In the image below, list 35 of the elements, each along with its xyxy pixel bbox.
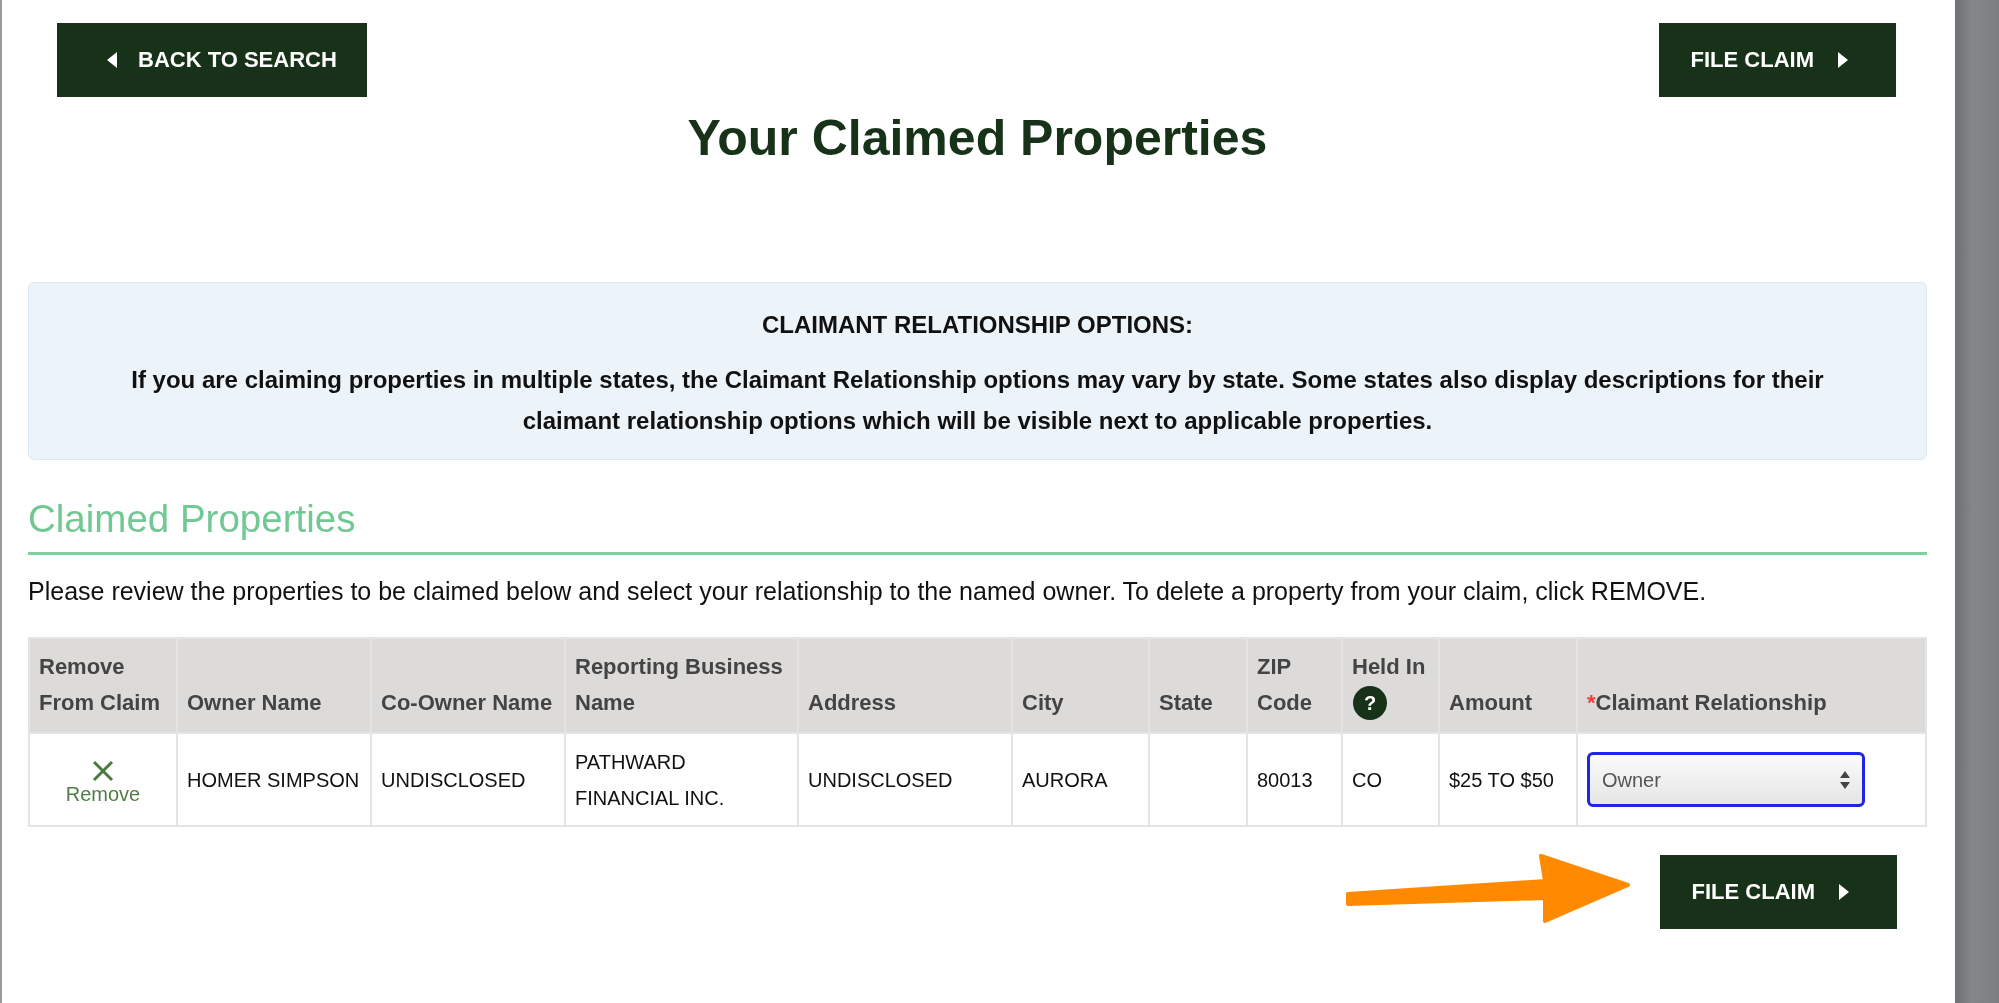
table-cell: $25 TO $50 bbox=[1439, 733, 1577, 826]
table-cell: UNDISCLOSED bbox=[798, 733, 1012, 826]
section-heading: Claimed Properties bbox=[28, 496, 1927, 555]
instructions-text: Please review the properties to be claimed below and select your relationship to the named owner. To delete a property from your claim, click REMOVE. bbox=[28, 576, 1708, 606]
updown-arrows-icon bbox=[1840, 770, 1850, 789]
caret-right-icon bbox=[1838, 52, 1848, 68]
table-cell: AURORA bbox=[1012, 733, 1149, 826]
column-header: City bbox=[1022, 690, 1064, 715]
table-cell: 80013 bbox=[1247, 733, 1342, 826]
column-header: Reporting Business Name bbox=[575, 654, 783, 715]
column-header: Amount bbox=[1449, 690, 1533, 715]
caret-right-icon bbox=[1839, 884, 1849, 900]
table-cell: UNDISCLOSED bbox=[371, 733, 565, 826]
column-header: Held In bbox=[1352, 653, 1427, 681]
caret-left-icon bbox=[107, 52, 117, 68]
column-header: Co-Owner Name bbox=[381, 690, 553, 715]
column-header: ZIP Code bbox=[1257, 654, 1312, 715]
notice-text: If you are claiming properties in multiple states, the Claimant Relationship options may vary by state. Some states also display descriptions for their claimant relationship options which will be visible next to applicable properties. bbox=[130, 365, 1825, 436]
cross-icon bbox=[92, 759, 114, 782]
column-header: Remove From Claim bbox=[39, 654, 161, 715]
file-claim-button[interactable]: FILE CLAIM bbox=[1658, 23, 1896, 97]
back-button[interactable]: BACK TO SEARCH bbox=[57, 23, 367, 97]
file-claim-button[interactable]: FILE CLAIM bbox=[1659, 855, 1897, 929]
column-header: Address bbox=[808, 690, 897, 715]
help-icon[interactable]: ? bbox=[1353, 686, 1387, 720]
required-mark: * bbox=[1587, 690, 1596, 715]
relationship-select[interactable]: Owner bbox=[1587, 752, 1865, 807]
notice-title: CLAIMANT RELATIONSHIP OPTIONS: bbox=[760, 310, 1195, 340]
table-cell: HOMER SIMPSON bbox=[177, 733, 371, 826]
column-header: State bbox=[1159, 690, 1213, 715]
column-header: Owner Name bbox=[187, 690, 322, 715]
column-header: Claimant Relationship bbox=[1595, 690, 1827, 715]
table-cell: CO bbox=[1342, 733, 1439, 826]
page-title: Your Claimed Properties bbox=[686, 109, 1269, 168]
table-cell: PATHWARD FINANCIAL INC. bbox=[565, 733, 798, 826]
